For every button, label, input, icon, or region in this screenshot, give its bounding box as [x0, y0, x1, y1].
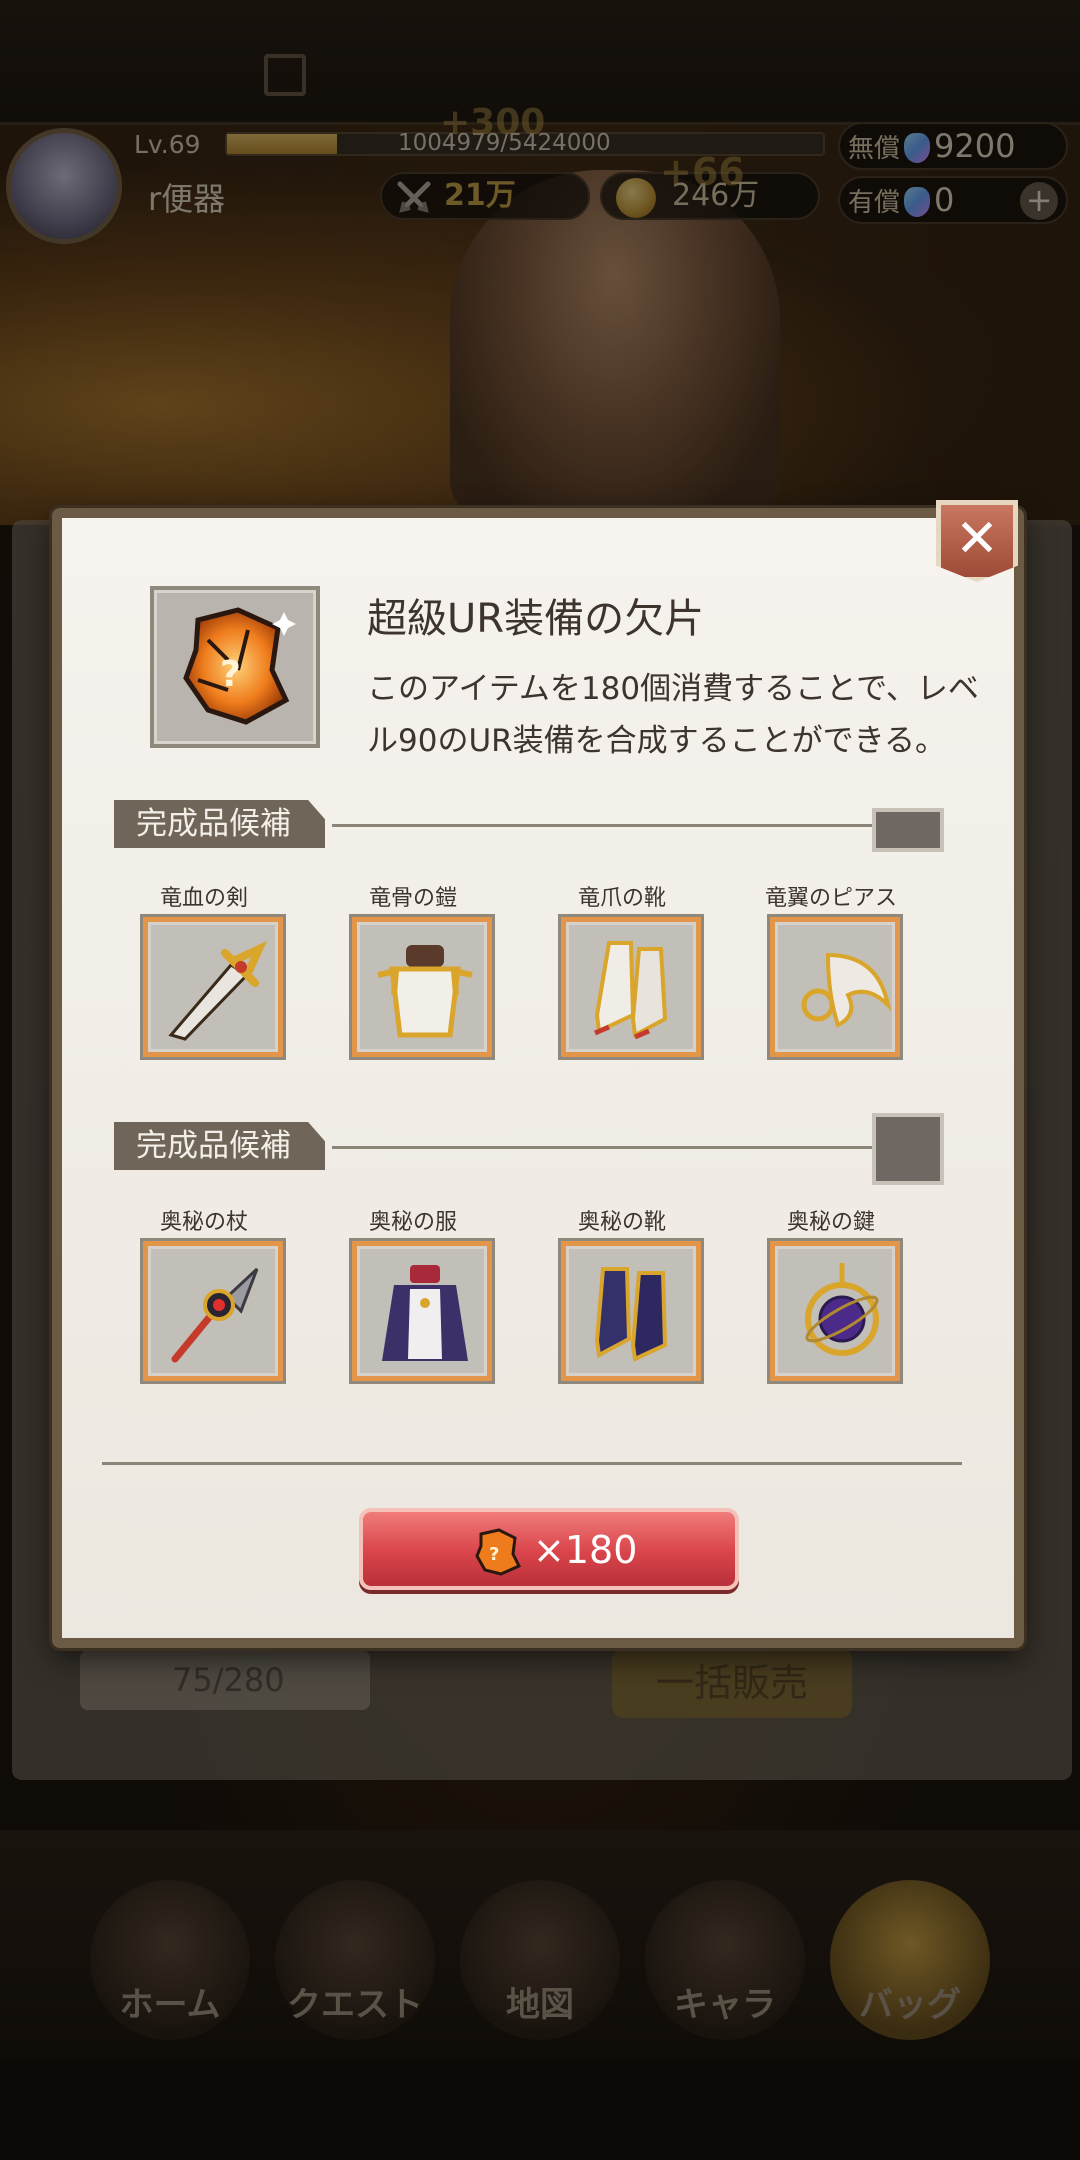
- equip-name-5: 奥秘の杖: [159, 1210, 248, 1235]
- modal-body: ? 超級UR装備の欠片 このアイテムを180個消費することで、レベル90のUR装…: [62, 518, 1014, 1638]
- section-divider: [332, 824, 932, 827]
- dragon-blood-sword-icon: [168, 940, 268, 1041]
- svg-text:?: ?: [489, 1544, 499, 1565]
- equip-card-dragon-claw-boots[interactable]: [558, 914, 704, 1060]
- arcane-boots-icon: [594, 1267, 668, 1362]
- equip-name-7: 奥秘の靴: [577, 1210, 666, 1235]
- close-button[interactable]: ✕: [936, 500, 1018, 582]
- equip-name-3: 竜爪の靴: [577, 886, 666, 911]
- equip-card-dragon-bone-armor[interactable]: [349, 914, 495, 1060]
- item-title: 超級UR装備の欠片: [367, 596, 705, 642]
- equip-card-dragon-wing-earring[interactable]: [767, 914, 903, 1060]
- equip-name-6: 奥秘の服: [368, 1210, 457, 1235]
- equip-name-4: 竜翼のピアス: [764, 886, 897, 911]
- item-description: このアイテムを180個消費することで、レベル90のUR装備を合成することができる…: [367, 671, 979, 759]
- svg-text:?: ?: [220, 654, 241, 695]
- dragon-bone-armor-icon: [377, 945, 473, 1038]
- item-detail-modal: ? 超級UR装備の欠片 このアイテムを180個消費することで、レベル90のUR装…: [52, 508, 1024, 1648]
- modal-divider: [102, 1462, 962, 1465]
- equip-card-arcane-staff[interactable]: [140, 1238, 286, 1384]
- synthesize-button[interactable]: ? ×180: [359, 1508, 739, 1590]
- arcane-robe-icon: [382, 1265, 468, 1361]
- dragon-claw-boots-icon: [594, 941, 668, 1040]
- arcane-key-icon: [805, 1263, 879, 1356]
- section-toggle[interactable]: [872, 808, 944, 852]
- section-toggle-2[interactable]: [872, 1113, 944, 1185]
- equip-card-arcane-key[interactable]: [767, 1238, 903, 1384]
- equip-card-arcane-boots[interactable]: [558, 1238, 704, 1384]
- ur-fragment-small-icon: ?: [475, 1528, 522, 1576]
- section-divider-2: [332, 1146, 932, 1149]
- ur-fragment-thumbnail: ?: [150, 586, 320, 748]
- arcane-staff-icon: [171, 1267, 259, 1363]
- close-icon: ✕: [955, 509, 999, 569]
- ur-equipment-fragment-icon: ?: [183, 607, 296, 725]
- equip-name-1: 竜血の剣: [159, 886, 248, 911]
- equip-name-2: 竜骨の鎧: [368, 886, 457, 911]
- section-tab-candidates: 完成品候補: [114, 800, 325, 848]
- section-tab-candidates-2: 完成品候補: [114, 1122, 325, 1170]
- equip-card-arcane-robe[interactable]: [349, 1238, 495, 1384]
- dragon-wing-earring-icon: [801, 952, 892, 1028]
- equip-card-dragon-blood-sword[interactable]: [140, 914, 286, 1060]
- equip-name-8: 奥秘の鍵: [786, 1210, 875, 1235]
- synthesize-quantity: ×180: [533, 1528, 638, 1572]
